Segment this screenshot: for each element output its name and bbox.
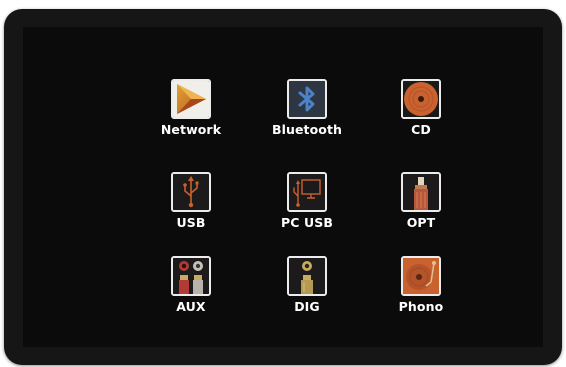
source-label: OPT — [406, 215, 436, 230]
turntable-icon — [401, 256, 441, 296]
source-dig-button[interactable]: DIG — [257, 256, 357, 332]
source-phono-button[interactable]: Phono — [371, 256, 471, 332]
cd-disc-icon — [401, 79, 441, 119]
source-aux-button[interactable]: AUX — [141, 256, 241, 332]
source-label: CD — [411, 122, 431, 137]
optical-connector-icon — [401, 172, 441, 212]
source-label: USB — [176, 215, 206, 230]
source-label: Bluetooth — [271, 122, 343, 137]
source-pc-usb-button[interactable]: PC USB — [257, 172, 357, 248]
network-play-icon — [171, 79, 211, 119]
source-network-button[interactable]: Network — [141, 79, 241, 155]
display-bezel: Network Bluetooth CD USB PC USB OPT AUX … — [4, 9, 562, 365]
coaxial-connector-icon — [287, 256, 327, 296]
source-usb-button[interactable]: USB — [141, 172, 241, 248]
source-label: AUX — [176, 299, 206, 314]
usb-icon — [171, 172, 211, 212]
source-bluetooth-button[interactable]: Bluetooth — [257, 79, 357, 155]
source-select-screen: Network Bluetooth CD USB PC USB OPT AUX … — [23, 27, 543, 347]
source-label: Phono — [398, 299, 444, 314]
source-label: PC USB — [281, 215, 333, 230]
bluetooth-icon — [287, 79, 327, 119]
source-label: Network — [160, 122, 222, 137]
source-cd-button[interactable]: CD — [371, 79, 471, 155]
rca-connectors-icon — [171, 256, 211, 296]
device-frame: Network Bluetooth CD USB PC USB OPT AUX … — [0, 0, 566, 367]
source-label: DIG — [294, 299, 320, 314]
pc-usb-icon — [287, 172, 327, 212]
source-opt-button[interactable]: OPT — [371, 172, 471, 248]
